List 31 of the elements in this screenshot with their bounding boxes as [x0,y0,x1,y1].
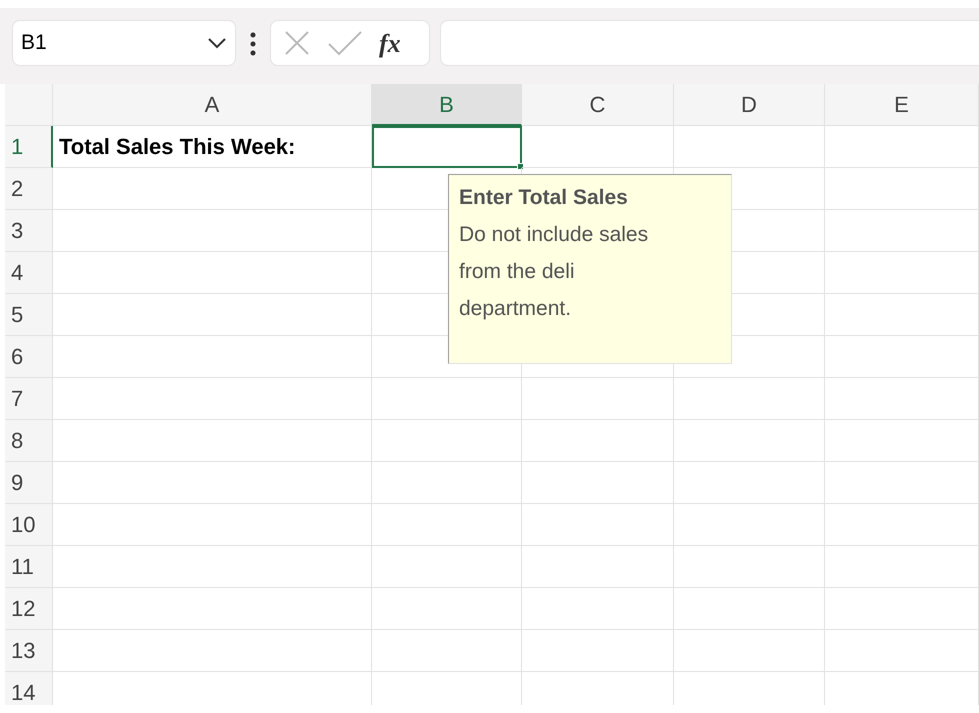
column-header[interactable]: E [825,84,979,126]
row-header[interactable]: 6 [5,336,53,378]
insert-function-button[interactable]: fx [375,23,405,63]
table-cell[interactable] [372,126,522,168]
column-header[interactable]: A [53,84,372,126]
formula-bar[interactable] [440,20,979,66]
name-box[interactable]: B1 [12,20,236,66]
fill-handle[interactable] [517,163,524,170]
row-header[interactable]: 4 [5,252,53,294]
row-header[interactable]: 8 [5,420,53,462]
row-header[interactable]: 2 [5,168,53,210]
row-header[interactable]: 9 [5,462,53,504]
tooltip-text: Do not include sales from the deli department. [459,222,650,322]
row-header[interactable]: 1 [5,126,53,168]
more-options-icon[interactable] [250,32,256,56]
name-box-field[interactable]: B1 [21,27,171,59]
tooltip-title: Enter Total Sales [459,185,629,211]
column-header[interactable]: C [522,84,674,126]
select-all-corner[interactable] [5,84,53,126]
row-header[interactable]: 13 [5,630,53,672]
row-header[interactable]: 5 [5,294,53,336]
row-header[interactable]: 14 [5,672,53,705]
row-header[interactable]: 12 [5,588,53,630]
column-header[interactable]: B [372,84,522,126]
row-header[interactable]: 3 [5,210,53,252]
table-cell[interactable]: Total Sales This Week: [53,126,372,168]
column-header[interactable]: D [674,84,825,126]
row-header[interactable]: 11 [5,546,53,588]
row-header[interactable]: 10 [5,504,53,546]
row-header[interactable]: 7 [5,378,53,420]
dropdown-icon[interactable] [207,37,227,49]
